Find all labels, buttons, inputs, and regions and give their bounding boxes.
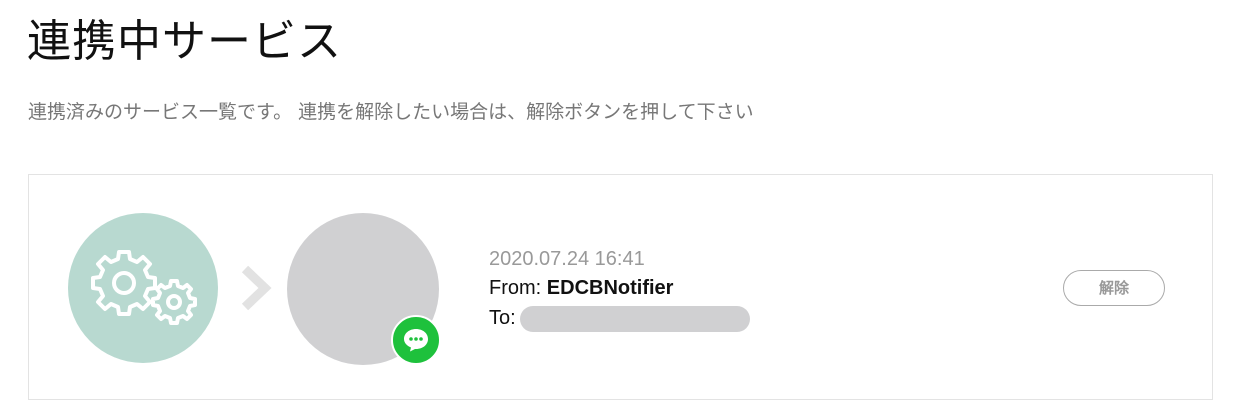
unlink-button[interactable]: 解除 <box>1063 270 1165 306</box>
service-icon <box>68 213 218 363</box>
service-info: 2020.07.24 16:41 From: EDCBNotifier To: <box>489 245 750 333</box>
to-label: To: <box>489 307 516 329</box>
line-badge <box>391 315 441 365</box>
page-title: 連携中サービス <box>27 16 342 67</box>
chevron-right-icon <box>241 265 272 311</box>
gears-icon <box>91 250 197 325</box>
to-value-redacted <box>519 306 750 332</box>
service-card: 2020.07.24 16:41 From: EDCBNotifier To: … <box>28 174 1213 400</box>
chat-bubble-icon <box>404 329 428 352</box>
to-line: To: <box>489 303 750 333</box>
link-date: 2020.07.24 16:41 <box>489 248 645 270</box>
page-description: 連携済みのサービス一覧です。 連携を解除したい場合は、解除ボタンを押して下さい <box>28 101 754 123</box>
from-label: From: <box>489 277 542 299</box>
from-value: EDCBNotifier <box>546 277 674 299</box>
from-line: From: EDCBNotifier <box>489 273 750 303</box>
